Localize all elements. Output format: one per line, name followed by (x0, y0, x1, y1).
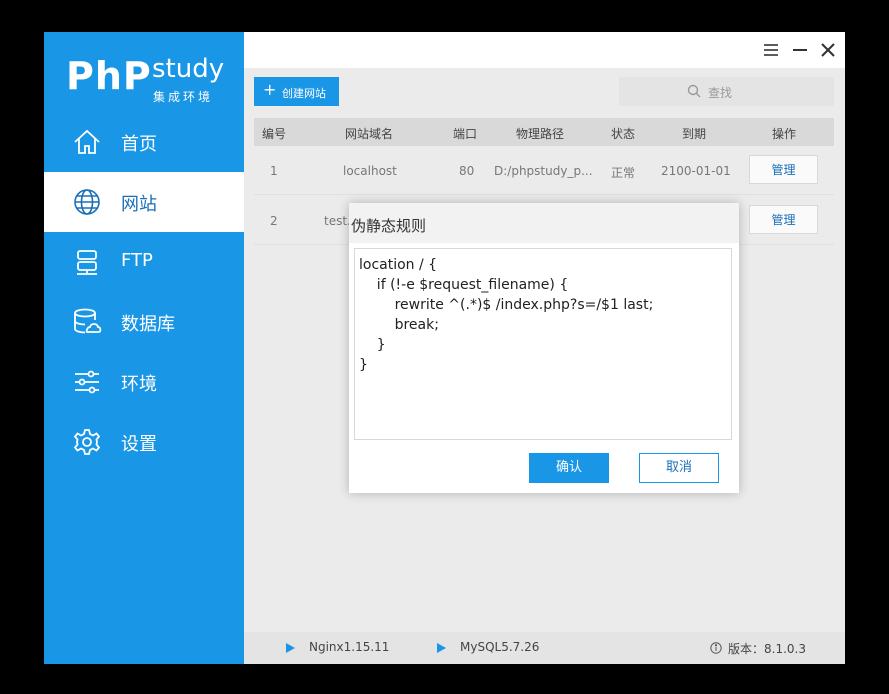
home-icon (74, 129, 100, 154)
sidebar-item-environment[interactable]: 环境 (44, 352, 244, 412)
logo-php-text: PhP (66, 54, 152, 98)
minimize-icon[interactable] (790, 40, 810, 60)
globe-icon (74, 189, 100, 215)
col-header-action: 操作 (772, 127, 797, 141)
table-header: 编号 网站域名 端口 物理路径 状态 到期 操作 (254, 118, 834, 146)
row-domain: localhost (343, 164, 397, 178)
col-header-expire: 到期 (682, 127, 707, 141)
search-input[interactable]: 查找 (619, 77, 834, 106)
row-path: D:/phpstudy_p... (494, 164, 593, 178)
logo-study-text: study (152, 54, 225, 84)
sidebar-item-label: 网站 (121, 194, 157, 215)
row-id: 2 (270, 214, 278, 228)
col-header-domain: 网站域名 (345, 127, 394, 141)
create-website-label: 创建网站 (282, 87, 326, 100)
close-icon[interactable] (818, 40, 838, 60)
row-port: 80 (459, 164, 475, 178)
sidebar-item-label: 环境 (121, 374, 157, 395)
row-id: 1 (270, 164, 278, 178)
title-bar (244, 32, 845, 68)
version-info: 版本：8.1.0.3 (710, 640, 806, 657)
dialog-title-bar: 伪静态规则 (349, 203, 739, 243)
col-header-status: 状态 (611, 127, 636, 141)
database-icon (74, 308, 102, 334)
search-placeholder: 查找 (708, 86, 733, 100)
plus-icon: + (263, 80, 277, 99)
server-icon (77, 250, 97, 275)
sidebar-item-label: 设置 (121, 434, 157, 455)
manage-button[interactable]: 管理 (749, 205, 818, 234)
mysql-label: MySQL5.7.26 (460, 640, 540, 654)
sidebar-item-label: 首页 (121, 134, 157, 155)
confirm-button[interactable]: 确认 (529, 453, 609, 483)
manage-button[interactable]: 管理 (749, 155, 818, 184)
dialog-title: 伪静态规则 (351, 217, 427, 235)
info-icon (710, 642, 722, 654)
sidebar-item-database[interactable]: 数据库 (44, 292, 244, 352)
play-icon (286, 642, 295, 653)
nginx-status[interactable]: Nginx1.15.11 (286, 640, 389, 654)
sidebar-item-label: FTP (121, 250, 153, 271)
create-website-button[interactable]: + 创建网站 (254, 77, 339, 106)
row-domain: test. (324, 214, 351, 228)
status-bar: Nginx1.15.11 MySQL5.7.26 版本：8.1.0.3 (244, 632, 845, 664)
row-status: 正常 (611, 166, 636, 180)
sidebar-item-settings[interactable]: 设置 (44, 412, 244, 472)
col-header-path: 物理路径 (516, 127, 565, 141)
search-icon (687, 84, 701, 98)
gear-icon (73, 429, 101, 455)
sidebar-item-ftp[interactable]: FTP (44, 232, 244, 292)
sidebar-item-home[interactable]: 首页 (44, 112, 244, 172)
row-expire: 2100-01-01 (661, 164, 731, 178)
sidebar-item-website[interactable]: 网站 (44, 172, 244, 232)
version-label: 版本：8.1.0.3 (728, 642, 806, 656)
rewrite-rules-dialog: 伪静态规则 location / { if (!-e $request_file… (349, 203, 739, 493)
mysql-status[interactable]: MySQL5.7.26 (437, 640, 539, 654)
col-header-id: 编号 (262, 127, 287, 141)
sidebar: PhP study 集成环境 首页 网站 FTP 数据库 环境 设置 (44, 32, 244, 664)
col-header-port: 端口 (453, 127, 478, 141)
sidebar-item-label: 数据库 (121, 314, 175, 335)
rewrite-rules-textarea[interactable]: location / { if (!-e $request_filename) … (354, 248, 732, 440)
cancel-button[interactable]: 取消 (639, 453, 719, 483)
logo-subtitle: 集成环境 (153, 90, 214, 104)
table-row: 1 localhost 80 D:/phpstudy_p... 正常 2100-… (254, 147, 834, 195)
nginx-label: Nginx1.15.11 (309, 640, 390, 654)
logo: PhP study 集成环境 (66, 54, 236, 114)
menu-icon[interactable] (761, 40, 781, 60)
play-icon (437, 642, 446, 653)
sliders-icon (75, 370, 99, 394)
